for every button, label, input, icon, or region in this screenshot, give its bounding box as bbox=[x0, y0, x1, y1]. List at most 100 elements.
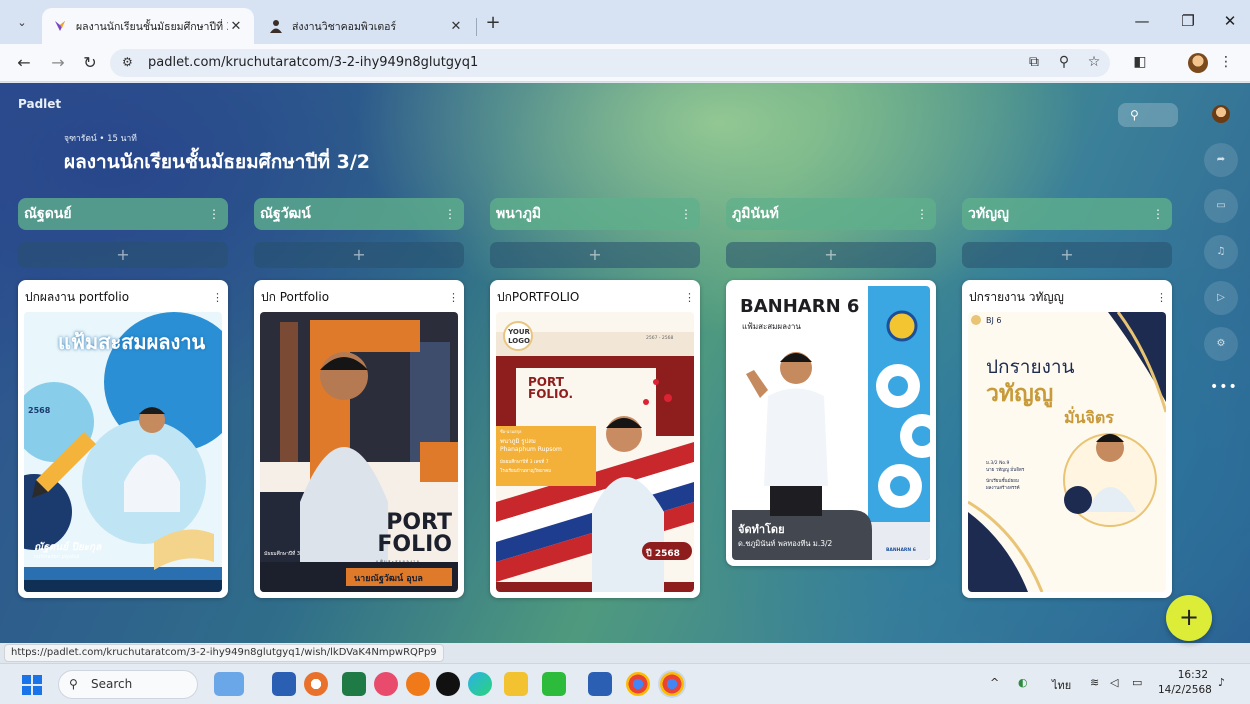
post-menu-icon[interactable]: ⋮ bbox=[212, 291, 223, 304]
cover-by-name: ด.ชภูมินันท์ พลทองทีน ม.3/2 bbox=[738, 539, 833, 548]
tab-search-icon[interactable]: ⌄ bbox=[10, 12, 34, 34]
post-menu-icon[interactable]: ⋮ bbox=[448, 291, 459, 304]
cover-code: 2567 - 2568 bbox=[646, 336, 674, 341]
forward-icon[interactable]: → bbox=[48, 53, 68, 72]
slideshow-icon[interactable]: ▭ bbox=[1204, 189, 1238, 223]
cover-detail2: นาย วทัญญู มั่นจิตร bbox=[986, 468, 1025, 473]
tiktok-icon[interactable] bbox=[436, 672, 460, 696]
tray-app-icon[interactable]: ◐ bbox=[1018, 676, 1028, 689]
play-icon[interactable]: ▷ bbox=[1204, 281, 1238, 315]
post-cover-image[interactable]: BANHARN 6 แฟ้มสะสมผลงาน จัดทำโดย ด.ชภูมิ… bbox=[732, 286, 930, 560]
widgets-icon[interactable] bbox=[214, 672, 244, 696]
padlet-logo[interactable]: Padlet bbox=[18, 97, 61, 111]
profile-avatar[interactable] bbox=[1188, 53, 1208, 73]
post-menu-icon[interactable]: ⋮ bbox=[684, 291, 695, 304]
edge-icon[interactable] bbox=[468, 672, 492, 696]
tab-active[interactable]: ผลงานนักเรียนชั้นมัธยมศึกษาปีที่ 3/2 ✕ bbox=[42, 8, 254, 44]
post-card[interactable]: ปกPORTFOLIO ⋮ YOUR LOGO 2567 - 2568 PORT… bbox=[490, 280, 700, 598]
cover-by-label: จัดทำโดย bbox=[738, 523, 785, 536]
chrome-icon[interactable] bbox=[626, 672, 650, 696]
cover-grade: มัธยมศึกษาปีที่ 3 bbox=[264, 551, 301, 557]
file-explorer-icon[interactable] bbox=[504, 672, 528, 696]
word-icon[interactable] bbox=[588, 672, 612, 696]
bookmark-star-icon[interactable]: ☆ bbox=[1084, 54, 1104, 70]
close-window-icon[interactable]: ✕ bbox=[1218, 12, 1242, 30]
battery-icon[interactable]: ▭ bbox=[1132, 676, 1142, 689]
search-button[interactable]: ⚲ bbox=[1118, 103, 1178, 127]
language-indicator[interactable]: ไทย bbox=[1052, 676, 1071, 694]
column-header[interactable]: วทัญญู ⋮ bbox=[962, 198, 1172, 230]
add-post-fab[interactable]: + bbox=[1166, 595, 1212, 641]
cover-detail1: ม.3/2 No.9 bbox=[986, 461, 1010, 466]
side-panel-icon[interactable]: ◧ bbox=[1130, 54, 1150, 70]
calendar-app-icon[interactable] bbox=[272, 672, 296, 696]
chrome-icon-active[interactable] bbox=[660, 672, 684, 696]
add-post-button[interactable]: + bbox=[726, 242, 936, 268]
column-menu-icon[interactable]: ⋮ bbox=[1152, 207, 1164, 221]
cover-name-en: Phanaphum Rupsom bbox=[500, 446, 562, 453]
post-title: ปก Portfolio bbox=[261, 289, 330, 304]
column-menu-icon[interactable]: ⋮ bbox=[208, 207, 220, 221]
cover-subname: nutthadon piyakul bbox=[34, 554, 80, 560]
close-tab-icon[interactable]: ✕ bbox=[228, 19, 244, 34]
close-tab-icon[interactable]: ✕ bbox=[448, 19, 464, 34]
column-header[interactable]: ภูมินันท์ ⋮ bbox=[726, 198, 936, 230]
add-post-button[interactable]: + bbox=[962, 242, 1172, 268]
post-cover-image[interactable]: YOUR LOGO 2567 - 2568 PORT FOLIO. ชื่อ-น… bbox=[496, 312, 694, 592]
install-app-icon[interactable]: ⧉ bbox=[1024, 54, 1044, 70]
add-post-button[interactable]: + bbox=[490, 242, 700, 268]
menu-kebab-icon[interactable]: ⋮ bbox=[1216, 54, 1236, 70]
zoom-icon[interactable]: ⚲ bbox=[1054, 54, 1074, 70]
cover-heading: แฟ้มสะสมผลงาน bbox=[58, 330, 206, 354]
more-options-icon[interactable]: ••• bbox=[1210, 379, 1238, 395]
wifi-icon[interactable]: ≋ bbox=[1090, 676, 1099, 689]
tab-separator bbox=[476, 18, 477, 36]
column-header[interactable]: ณัฐวัฒน์ ⋮ bbox=[254, 198, 464, 230]
post-card[interactable]: ปกรายงาน วทัญญู ⋮ BJ 6 ปกรายงาน วทัญญู ม… bbox=[962, 280, 1172, 598]
notifications-icon[interactable]: ♫ bbox=[1204, 235, 1238, 269]
notification-bell-icon[interactable]: ♪ bbox=[1218, 676, 1225, 689]
cover-class: มัธยมศึกษาปีที่ 3 เลขที่ 7 bbox=[500, 460, 549, 465]
taskbar-search[interactable]: ⚲ Search bbox=[58, 670, 198, 699]
taskbar-search-placeholder: Search bbox=[91, 677, 133, 691]
post-card[interactable]: BANHARN 6 แฟ้มสะสมผลงาน จัดทำโดย ด.ชภูมิ… bbox=[726, 280, 936, 566]
minimize-icon[interactable]: — bbox=[1130, 12, 1154, 30]
app-icon[interactable] bbox=[374, 672, 398, 696]
tray-chevron-icon[interactable]: ^ bbox=[990, 676, 999, 689]
column-menu-icon[interactable]: ⋮ bbox=[916, 207, 928, 221]
add-post-button[interactable]: + bbox=[18, 242, 228, 268]
reload-icon[interactable]: ↻ bbox=[80, 53, 100, 72]
share-icon[interactable]: ➦ bbox=[1204, 143, 1238, 177]
post-menu-icon[interactable]: ⋮ bbox=[1156, 291, 1167, 304]
excel-icon[interactable] bbox=[342, 672, 366, 696]
volume-icon[interactable]: ◁ bbox=[1110, 676, 1118, 689]
clock[interactable]: 16:32 14/2/2568 bbox=[1158, 668, 1212, 698]
browser-toolbar: ← → ↻ ⚙ padlet.com/kruchutaratcom/3-2-ih… bbox=[0, 44, 1250, 82]
add-post-button[interactable]: + bbox=[254, 242, 464, 268]
app-icon[interactable] bbox=[304, 672, 328, 696]
cover-detail4: ผลงานสร้างสรรค์ bbox=[986, 486, 1020, 491]
tab-title: ผลงานนักเรียนชั้นมัธยมศึกษาปีที่ 3/2 bbox=[76, 20, 228, 33]
post-card[interactable]: ปก Portfolio ⋮ PORT FOLIO แ ฟ้ ม ส ะ ส ม… bbox=[254, 280, 464, 598]
windows-start-icon[interactable] bbox=[22, 675, 42, 695]
column-menu-icon[interactable]: ⋮ bbox=[680, 207, 692, 221]
settings-icon[interactable]: ⚙ bbox=[1204, 327, 1238, 361]
url-text[interactable]: padlet.com/kruchutaratcom/3-2-ihy949n8gl… bbox=[148, 55, 478, 70]
post-cover-image[interactable]: BJ 6 ปกรายงาน วทัญญู มั่นจิตร ม.3/2 No.9… bbox=[968, 312, 1166, 592]
cover-name: ณัฐดนย์ ปิยะกุล bbox=[34, 542, 102, 553]
firefox-icon[interactable] bbox=[406, 672, 430, 696]
column-header[interactable]: ณัฐดนย์ ⋮ bbox=[18, 198, 228, 230]
restore-icon[interactable]: ❐ bbox=[1176, 12, 1200, 30]
new-tab-icon[interactable]: + bbox=[482, 12, 504, 33]
tab-inactive[interactable]: ส่งงานวิชาคอมพิวเตอร์ ✕ bbox=[258, 8, 474, 44]
post-cover-image[interactable]: แฟ้มสะสมผลงาน 2568 ณัฐดนย์ ปิยะกุล nutth… bbox=[24, 312, 222, 592]
column-menu-icon[interactable]: ⋮ bbox=[444, 207, 456, 221]
address-bar[interactable]: ⚙ padlet.com/kruchutaratcom/3-2-ihy949n8… bbox=[110, 49, 1110, 77]
post-card[interactable]: ปกผลงาน portfolio ⋮ แฟ้มสะสมผลงาน 2568 ณ… bbox=[18, 280, 228, 598]
line-icon[interactable] bbox=[542, 672, 566, 696]
avatar[interactable] bbox=[1212, 105, 1230, 123]
post-cover-image[interactable]: PORT FOLIO แ ฟ้ ม ส ะ ส ม ผ ล ง า น มัธย… bbox=[260, 312, 458, 592]
column-header[interactable]: พนาภูมิ ⋮ bbox=[490, 198, 700, 230]
back-icon[interactable]: ← bbox=[14, 53, 34, 72]
site-info-icon[interactable]: ⚙ bbox=[122, 55, 133, 69]
